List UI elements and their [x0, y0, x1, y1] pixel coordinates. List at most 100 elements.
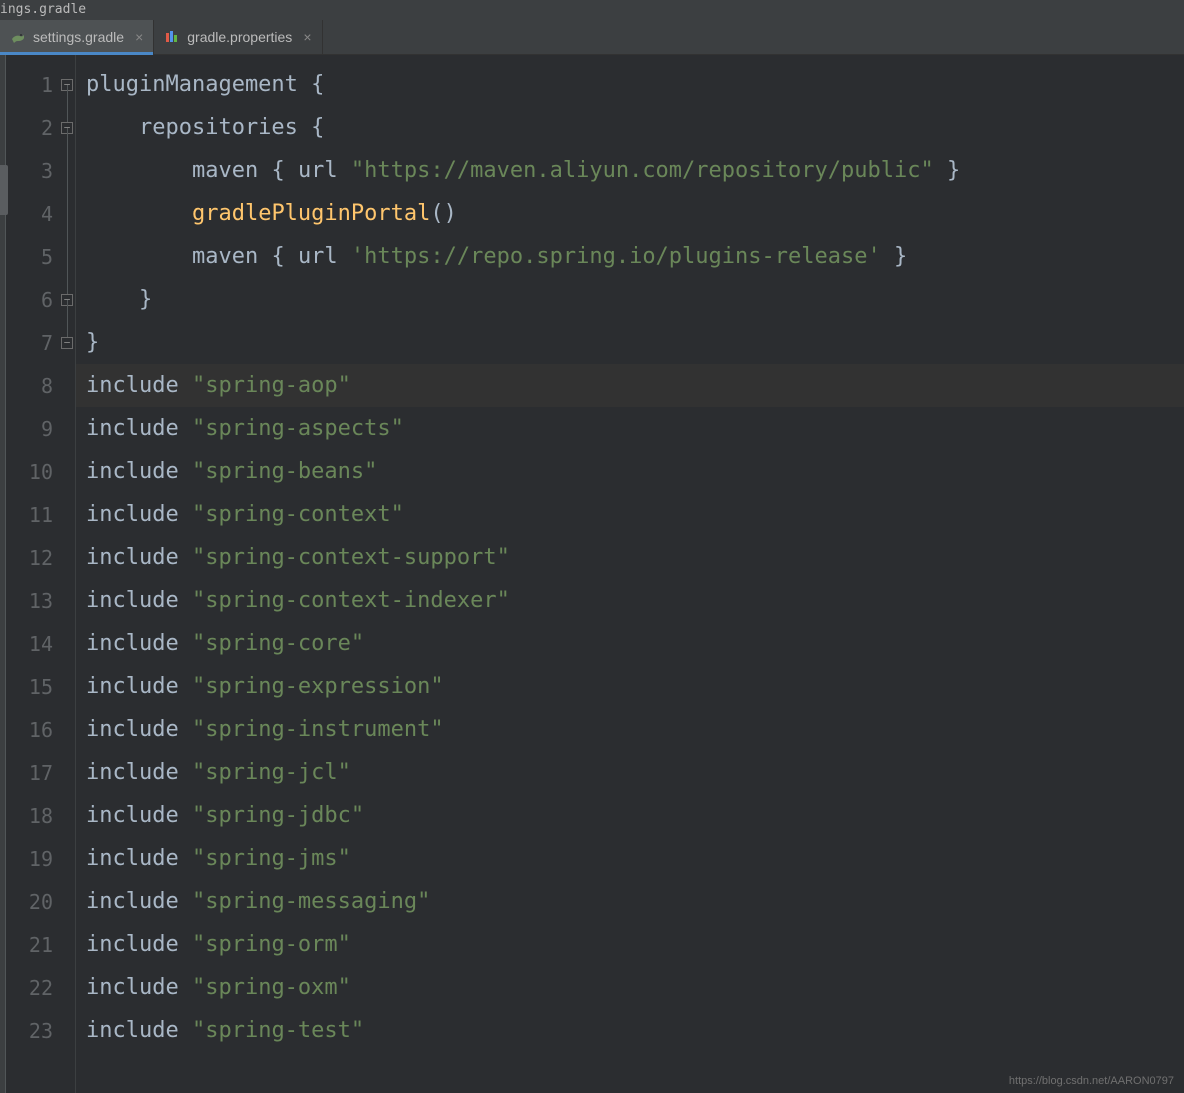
token-ident: include — [86, 717, 192, 742]
token-brace: { — [271, 158, 298, 183]
line-number-gutter[interactable]: 1234567891011121314151617181920212223 — [6, 55, 76, 1093]
code-line[interactable]: include "spring-expression" — [76, 665, 1184, 708]
token-str: "spring-jms" — [192, 846, 351, 871]
token-brace: { — [311, 115, 324, 140]
code-line[interactable]: } — [76, 278, 1184, 321]
line-number[interactable]: 2 — [6, 106, 75, 149]
code-line[interactable]: include "spring-jdbc" — [76, 794, 1184, 837]
token-ident: include — [86, 975, 192, 1000]
token-str: "spring-beans" — [192, 459, 377, 484]
token-str: "spring-aspects" — [192, 416, 404, 441]
code-line[interactable]: repositories { — [76, 106, 1184, 149]
line-number[interactable]: 16 — [6, 708, 75, 751]
token-str: "spring-jcl" — [192, 760, 351, 785]
code-line[interactable]: include "spring-context-support" — [76, 536, 1184, 579]
token-str: "spring-messaging" — [192, 889, 430, 914]
line-number[interactable]: 19 — [6, 837, 75, 880]
code-line[interactable]: include "spring-instrument" — [76, 708, 1184, 751]
code-line[interactable]: include "spring-core" — [76, 622, 1184, 665]
tab-label: gradle.properties — [187, 29, 292, 45]
line-number[interactable]: 18 — [6, 794, 75, 837]
token-brace: } — [86, 287, 152, 312]
line-number[interactable]: 6 — [6, 278, 75, 321]
token-ident: include — [86, 631, 192, 656]
code-line[interactable]: include "spring-messaging" — [76, 880, 1184, 923]
code-line[interactable]: include "spring-orm" — [76, 923, 1184, 966]
token-str: "https://maven.aliyun.com/repository/pub… — [351, 158, 934, 183]
token-brace: } — [86, 330, 99, 355]
line-number[interactable]: 17 — [6, 751, 75, 794]
line-number[interactable]: 21 — [6, 923, 75, 966]
code-line[interactable]: include "spring-aspects" — [76, 407, 1184, 450]
line-number[interactable]: 22 — [6, 966, 75, 1009]
code-line[interactable]: include "spring-context" — [76, 493, 1184, 536]
code-line[interactable]: include "spring-test" — [76, 1009, 1184, 1052]
token-ident: maven — [86, 158, 271, 183]
fold-end-icon[interactable] — [61, 337, 73, 349]
code-content[interactable]: pluginManagement { repositories { maven … — [76, 55, 1184, 1093]
token-ident: include — [86, 846, 192, 871]
token-ident: include — [86, 760, 192, 785]
token-str: "spring-orm" — [192, 932, 351, 957]
code-line[interactable]: include "spring-context-indexer" — [76, 579, 1184, 622]
code-line[interactable]: include "spring-beans" — [76, 450, 1184, 493]
line-number[interactable]: 7 — [6, 321, 75, 364]
code-line[interactable]: maven { url "https://maven.aliyun.com/re… — [76, 149, 1184, 192]
line-number[interactable]: 20 — [6, 880, 75, 923]
code-line[interactable]: gradlePluginPortal() — [76, 192, 1184, 235]
token-str: "spring-context-indexer" — [192, 588, 510, 613]
line-number[interactable]: 11 — [6, 493, 75, 536]
token-ident: include — [86, 674, 192, 699]
token-ident: include — [86, 889, 192, 914]
line-number[interactable]: 13 — [6, 579, 75, 622]
token-ident: include — [86, 1018, 192, 1043]
token-brace: } — [934, 158, 961, 183]
token-ident: include — [86, 545, 192, 570]
token-str: "spring-expression" — [192, 674, 444, 699]
line-number[interactable]: 12 — [6, 536, 75, 579]
token-brace: { — [311, 72, 324, 97]
token-str: "spring-core" — [192, 631, 364, 656]
token-paren: () — [430, 201, 457, 226]
token-str: "spring-instrument" — [192, 717, 444, 742]
token-ident: include — [86, 459, 192, 484]
code-line[interactable]: include "spring-jcl" — [76, 751, 1184, 794]
token-ident: maven — [86, 244, 271, 269]
token-ident: url — [298, 244, 351, 269]
line-number[interactable]: 5 — [6, 235, 75, 278]
watermark: https://blog.csdn.net/AARON0797 — [1009, 1075, 1174, 1087]
code-line[interactable]: pluginManagement { — [76, 63, 1184, 106]
close-icon[interactable]: × — [135, 29, 143, 45]
line-number[interactable]: 23 — [6, 1009, 75, 1052]
tab-gradle-properties[interactable]: gradle.properties × — [154, 20, 322, 54]
line-number[interactable]: 3 — [6, 149, 75, 192]
token-ident: url — [298, 158, 351, 183]
editor-area: 1234567891011121314151617181920212223 pl… — [0, 55, 1184, 1093]
token-str: "spring-context" — [192, 502, 404, 527]
breadcrumb[interactable]: ings.gradle — [0, 0, 1184, 20]
token-brace: { — [271, 244, 298, 269]
line-number[interactable]: 8 — [6, 364, 75, 407]
token-ident: include — [86, 932, 192, 957]
token-ident: include — [86, 416, 192, 441]
token-ident — [86, 201, 192, 226]
code-line[interactable]: maven { url 'https://repo.spring.io/plug… — [76, 235, 1184, 278]
line-number[interactable]: 4 — [6, 192, 75, 235]
tab-settings-gradle[interactable]: settings.gradle× — [0, 20, 154, 54]
code-line[interactable]: include "spring-aop" — [76, 364, 1184, 407]
code-line[interactable]: include "spring-oxm" — [76, 966, 1184, 1009]
code-line[interactable]: } — [76, 321, 1184, 364]
close-icon[interactable]: × — [303, 29, 311, 45]
line-number[interactable]: 15 — [6, 665, 75, 708]
code-line[interactable]: include "spring-jms" — [76, 837, 1184, 880]
token-ident: include — [86, 373, 192, 398]
token-ident: pluginManagement — [86, 72, 311, 97]
token-str: "spring-jdbc" — [192, 803, 364, 828]
token-str: "spring-context-support" — [192, 545, 510, 570]
token-brace: } — [881, 244, 908, 269]
properties-file-icon — [164, 29, 180, 45]
line-number[interactable]: 1 — [6, 63, 75, 106]
line-number[interactable]: 9 — [6, 407, 75, 450]
line-number[interactable]: 14 — [6, 622, 75, 665]
line-number[interactable]: 10 — [6, 450, 75, 493]
